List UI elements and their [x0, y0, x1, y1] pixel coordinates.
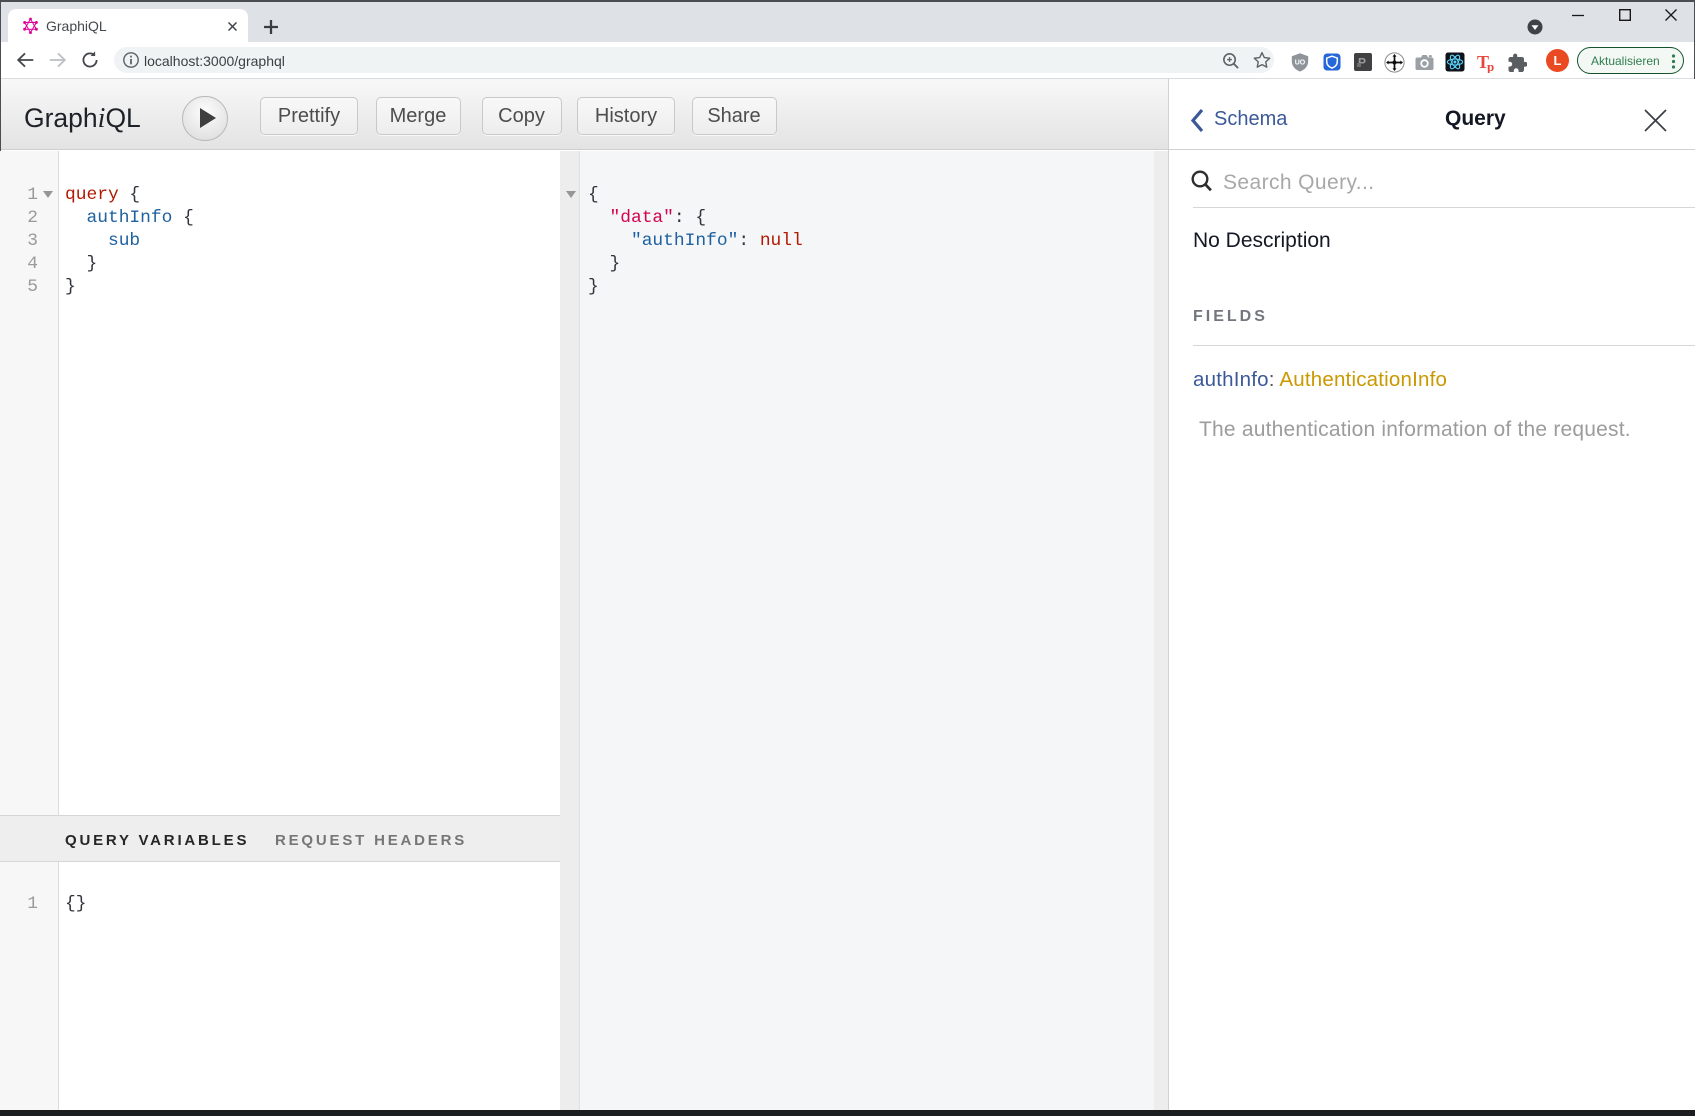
svg-text:UO: UO	[1295, 60, 1306, 67]
svg-text:p: p	[1487, 59, 1494, 73]
svg-text:P: P	[1358, 56, 1366, 70]
